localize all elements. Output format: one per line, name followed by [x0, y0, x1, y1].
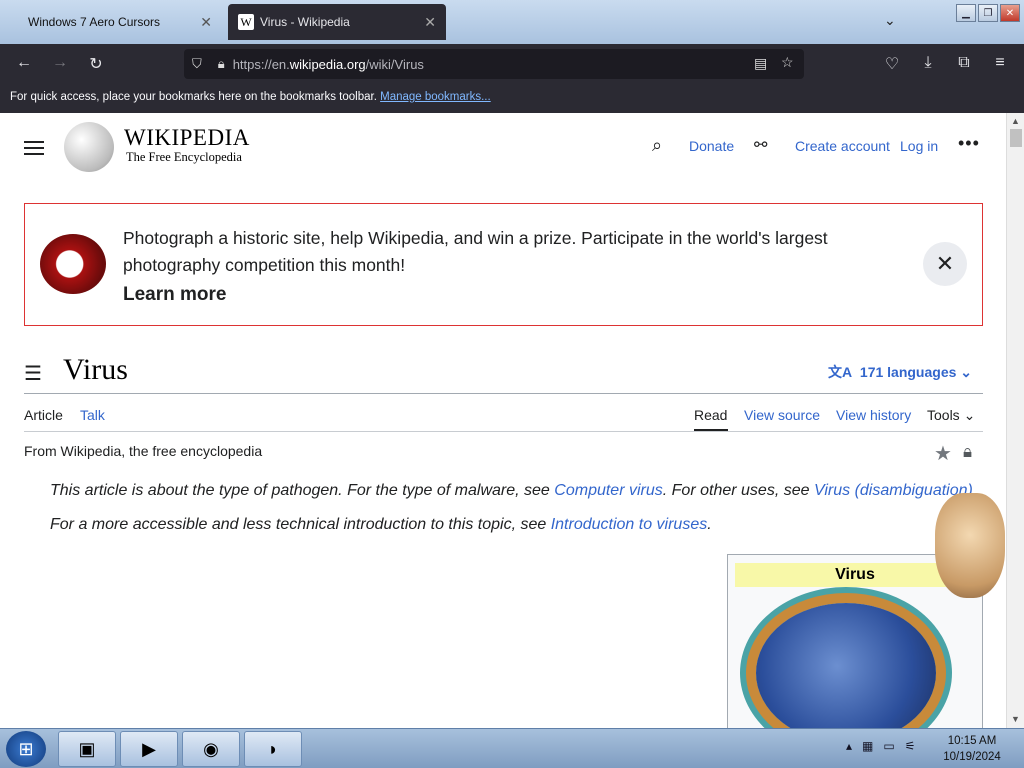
clock-date: 10/19/2024 — [943, 751, 1001, 763]
chevron-down-icon: ⌄ — [960, 364, 973, 380]
forward-icon[interactable]: → — [50, 54, 70, 72]
virus-disambiguation-link[interactable]: Virus (disambiguation) — [814, 482, 973, 499]
wiki-loves-monuments-logo — [40, 234, 106, 294]
downloads-icon[interactable]: ⤓ — [918, 54, 938, 72]
scrollbar-thumb[interactable] — [1010, 129, 1022, 147]
learn-more-link[interactable]: Learn more — [123, 284, 226, 306]
url-text[interactable]: https://en.wikipedia.org/wiki/Virus — [233, 57, 424, 72]
system-tray: ▴ ▦ ▭ ⚟ — [846, 739, 915, 753]
intro-to-viruses-link[interactable]: Introduction to viruses — [551, 516, 708, 533]
languages-label: 171 languages — [859, 364, 957, 380]
restore-button[interactable]: ❐ — [978, 4, 998, 22]
hatnote-1: This article is about the type of pathog… — [50, 482, 978, 499]
table-of-contents-icon[interactable]: ☰ — [24, 361, 42, 386]
navigation-toolbar: ← → ↻ ⛉ 🔒︎ https://en.wikipedia.org/wiki… — [0, 44, 1024, 84]
bookmark-star-icon[interactable]: ☆ — [781, 54, 794, 71]
close-window-button[interactable]: ✕ — [1000, 4, 1020, 22]
taskbar-clock[interactable]: 10:15 AM 10/19/2024 — [936, 733, 1008, 765]
tab-talk[interactable]: Talk — [80, 407, 105, 423]
tab-virus-wikipedia[interactable]: W Virus - Wikipedia ✕ — [228, 4, 446, 40]
taskbar-mouse-icon[interactable]: ◗ — [244, 731, 302, 767]
start-button[interactable]: ⊞ — [6, 731, 46, 767]
list-all-tabs-icon[interactable]: ⌄ — [884, 12, 896, 29]
shield-icon[interactable]: ⛉ — [192, 56, 202, 72]
title-divider — [24, 393, 983, 394]
taskbar-terminal-icon[interactable]: ▣ — [58, 731, 116, 767]
tab-bar: Windows 7 Aero Cursors ✕ W Virus - Wikip… — [0, 0, 1024, 44]
tab-article[interactable]: Article — [24, 407, 63, 423]
web-page: WIKIPEDIA The Free Encyclopedia ⌕ Donate… — [0, 113, 1006, 728]
tray-app-icon[interactable]: ▦ — [862, 739, 873, 753]
tab-windows7-cursors[interactable]: Windows 7 Aero Cursors ✕ — [18, 4, 222, 40]
page-title: Virus — [63, 353, 128, 386]
search-icon[interactable]: ⌕ — [652, 135, 662, 156]
taskbar-firefox-icon[interactable]: ◉ — [182, 731, 240, 767]
scroll-up-icon[interactable]: ▲ — [1011, 116, 1020, 126]
appearance-icon[interactable]: ⚯ — [754, 135, 767, 155]
virus-image[interactable] — [756, 603, 936, 728]
close-tab-icon[interactable]: ✕ — [424, 14, 436, 31]
tab-view-source[interactable]: View source — [744, 407, 820, 423]
wikipedia-wordmark[interactable]: WIKIPEDIA — [124, 125, 250, 151]
tabs-divider — [24, 431, 983, 432]
lock-icon[interactable]: 🔒︎ — [218, 56, 225, 72]
extensions-icon[interactable]: ⧉ — [954, 54, 974, 72]
close-tab-icon[interactable]: ✕ — [200, 14, 212, 31]
tab-label: Virus - Wikipedia — [260, 15, 350, 29]
reload-icon[interactable]: ↻ — [86, 54, 106, 74]
scroll-down-icon[interactable]: ▼ — [1011, 714, 1020, 724]
tray-monitor-icon[interactable]: ▭ — [883, 739, 894, 753]
tab-label: Windows 7 Aero Cursors — [28, 15, 161, 29]
hamster-overlay-image — [935, 493, 1005, 598]
tab-read[interactable]: Read — [694, 407, 727, 423]
page-scrollbar[interactable]: ▲ ▼ — [1006, 113, 1024, 728]
translate-icon: 文A — [828, 364, 853, 380]
minimize-button[interactable]: ▁ — [956, 4, 976, 22]
window-controls: ▁ ❐ ✕ — [956, 4, 1020, 22]
pocket-icon[interactable]: ♡ — [882, 54, 902, 74]
back-icon[interactable]: ← — [14, 54, 34, 72]
site-subtitle: From Wikipedia, the free encyclopedia — [24, 443, 263, 459]
address-bar[interactable]: ⛉ 🔒︎ https://en.wikipedia.org/wiki/Virus… — [184, 49, 804, 79]
tray-network-icon[interactable]: ⚟ — [905, 739, 916, 753]
create-account-link[interactable]: Create account — [795, 138, 890, 154]
close-banner-icon[interactable]: ✕ — [923, 242, 967, 286]
manage-bookmarks-link[interactable]: Manage bookmarks... — [380, 91, 491, 103]
wikipedia-favicon-icon: W — [238, 14, 254, 30]
main-menu-icon[interactable] — [24, 137, 44, 159]
campaign-banner: Photograph a historic site, help Wikiped… — [24, 203, 983, 326]
menu-icon[interactable]: ≡ — [990, 54, 1010, 72]
taskbar-media-player-icon[interactable]: ▶ — [120, 731, 178, 767]
donate-link[interactable]: Donate — [689, 138, 734, 154]
windows-taskbar: ⊞ ▣ ▶ ◉ ◗ ▴ ▦ ▭ ⚟ 10:15 AM 10/19/2024 — [0, 728, 1024, 768]
clock-time: 10:15 AM — [947, 735, 997, 747]
tab-tools[interactable]: Tools ⌄ — [927, 407, 975, 424]
wikipedia-globe-logo[interactable] — [64, 122, 114, 172]
reader-view-icon[interactable]: ▤ — [754, 55, 767, 72]
bookmarks-toolbar: For quick access, place your bookmarks h… — [0, 84, 1024, 113]
hatnote-2: For a more accessible and less technical… — [50, 516, 712, 533]
tab-view-history[interactable]: View history — [836, 407, 911, 423]
languages-button[interactable]: 文A 171 languages ⌄ — [828, 362, 972, 382]
bookmarks-hint: For quick access, place your bookmarks h… — [10, 91, 377, 103]
featured-star-icon[interactable]: ★ — [934, 441, 952, 466]
wikipedia-tagline: The Free Encyclopedia — [126, 150, 242, 164]
computer-virus-link[interactable]: Computer virus — [554, 482, 662, 499]
login-link[interactable]: Log in — [900, 138, 938, 154]
protection-lock-icon[interactable]: 🔒︎ — [963, 442, 972, 462]
more-options-icon[interactable]: ••• — [958, 133, 980, 154]
tray-expand-icon[interactable]: ▴ — [846, 739, 852, 753]
banner-message: Photograph a historic site, help Wikiped… — [123, 228, 828, 275]
